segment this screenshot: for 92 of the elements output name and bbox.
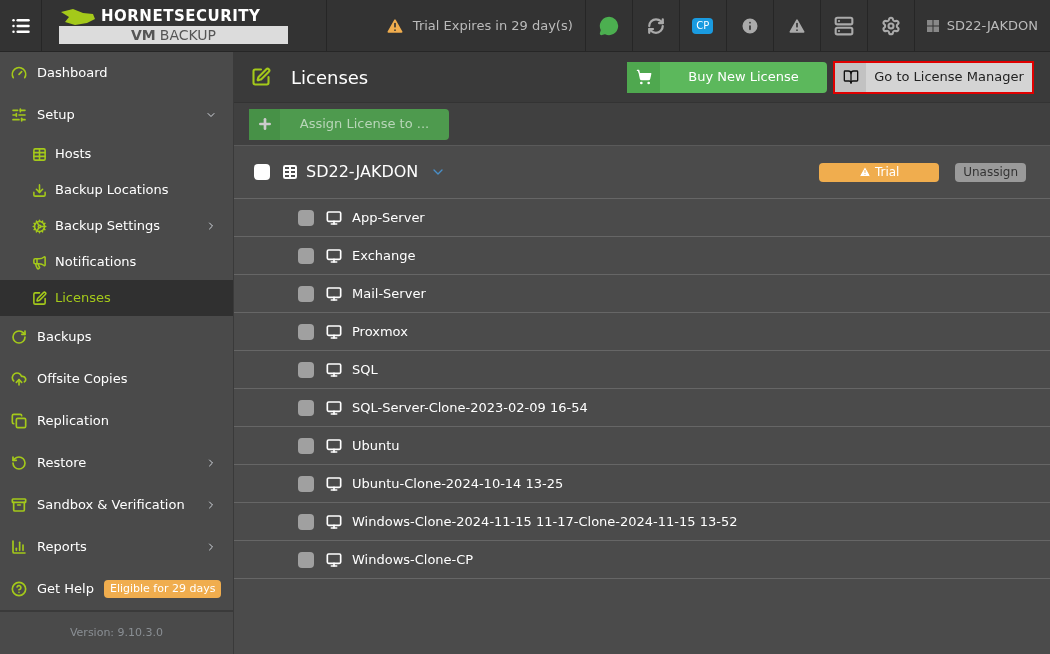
trial-notice: Trial Expires in 29 day(s) [412,16,573,35]
checkbox[interactable] [298,247,314,264]
info-icon[interactable] [739,15,760,36]
monitor-icon [326,399,342,416]
eligibility-badge: Eligible for 29 days [103,579,222,599]
vm-name: Exchange [352,246,416,265]
vm-row[interactable]: Mail-Server [234,275,1050,313]
archive-icon [11,497,27,513]
monitor-icon [326,209,342,226]
vm-name: Mail-Server [352,284,426,303]
sidebar-item[interactable]: Sandbox & Verification [0,484,233,526]
brand-name: HORNETSECURITY [101,9,261,24]
vm-row[interactable]: Windows-Clone-2024-11-15 11-17-Clone-2024-11-15 13-52 [234,503,1050,541]
chat-icon[interactable] [598,15,619,36]
checkbox[interactable] [298,323,314,340]
vm-row[interactable]: SQL [234,351,1050,389]
sidebar-item[interactable]: Dashboard [0,52,233,94]
warning-icon [858,166,871,178]
checkbox[interactable] [298,475,314,492]
version-label: Version: 9.10.3.0 [69,624,164,641]
host-name: SD22-JAKDON [946,16,1038,35]
vm-name: Windows-Clone-2024-11-15 11-17-Clone-2024-11-15 13-52 [352,512,738,531]
megaphone-icon [32,254,47,270]
cloud-upload-icon [11,371,27,387]
edit-icon [251,67,271,87]
sidebar-item[interactable]: Reports [0,526,233,568]
windows-icon [926,19,939,32]
checkbox[interactable] [298,399,314,416]
trial-badge: Trial [819,162,940,182]
checkbox[interactable] [298,513,314,530]
vm-name: Ubuntu-Clone-2024-10-14 13-25 [352,474,564,493]
host-title: SD22-JAKDON [306,161,419,183]
vm-row[interactable]: Windows-Clone-CP [234,541,1050,579]
vm-row[interactable]: Ubuntu-Clone-2024-10-14 13-25 [234,465,1050,503]
sliders-icon [11,107,27,123]
checkbox[interactable] [298,437,314,454]
gauge-icon [11,65,27,81]
host-list-icon [282,164,298,180]
sidebar-item[interactable]: Replication [0,400,233,442]
bar-chart-icon [11,539,27,555]
monitor-icon [326,475,342,492]
product-name: VM BACKUP [59,25,288,44]
refresh-icon [11,329,27,345]
license-manager-button[interactable]: Go to License Manager [833,60,1034,94]
vm-row[interactable]: SQL-Server-Clone-2023-02-09 16-54 [234,389,1050,427]
sidebar-subitem[interactable]: Hosts [0,136,233,172]
vm-name: Ubuntu [352,436,400,455]
monitor-icon [326,551,342,568]
book-icon [842,69,859,85]
sidebar-subitem[interactable]: Notifications [0,244,233,280]
gears-icon [32,218,47,234]
sidebar-subitem[interactable]: Licenses [0,280,233,316]
server-icon[interactable] [833,15,854,36]
monitor-icon [326,323,342,340]
vm-row[interactable]: Proxmox [234,313,1050,351]
sidebar-subitem[interactable]: Backup Settings [0,208,233,244]
monitor-icon [326,361,342,378]
vm-name: App-Server [352,208,425,227]
vm-name: SQL [352,360,378,379]
vm-row[interactable]: Exchange [234,237,1050,275]
page-title: Licenses [291,65,370,90]
edit-icon [32,290,47,306]
sidebar-subitem[interactable]: Backup Locations [0,172,233,208]
sidebar-item[interactable]: Offsite Copies [0,358,233,400]
refresh-icon[interactable] [646,16,665,35]
cart-icon [635,69,652,85]
sidebar-item[interactable]: Backups [0,316,233,358]
monitor-icon [326,247,342,264]
vm-row[interactable]: Ubuntu [234,427,1050,465]
checkbox[interactable] [298,361,314,378]
monitor-icon [326,437,342,454]
download-icon [32,182,47,198]
checkbox[interactable] [254,164,270,180]
grid-icon [32,146,47,162]
settings-icon[interactable] [880,15,901,36]
monitor-icon [326,513,342,530]
plus-icon [256,116,273,132]
monitor-icon [326,285,342,302]
sidebar-item[interactable]: Get Help Eligible for 29 days [0,568,233,610]
help-icon [11,581,27,597]
copy-icon [11,413,27,429]
vm-name: Proxmox [352,322,408,341]
checkbox[interactable] [298,551,314,568]
undo-icon [11,455,27,471]
vm-row[interactable]: App-Server [234,199,1050,237]
vm-name: SQL-Server-Clone-2023-02-09 16-54 [352,398,588,417]
vm-name: Windows-Clone-CP [352,550,474,569]
checkbox[interactable] [298,209,314,226]
unassign-button[interactable]: Unassign [955,162,1026,182]
sidebar-item[interactable]: Setup [0,94,233,136]
sidebar-item[interactable]: Restore [0,442,233,484]
checkbox[interactable] [298,285,314,302]
